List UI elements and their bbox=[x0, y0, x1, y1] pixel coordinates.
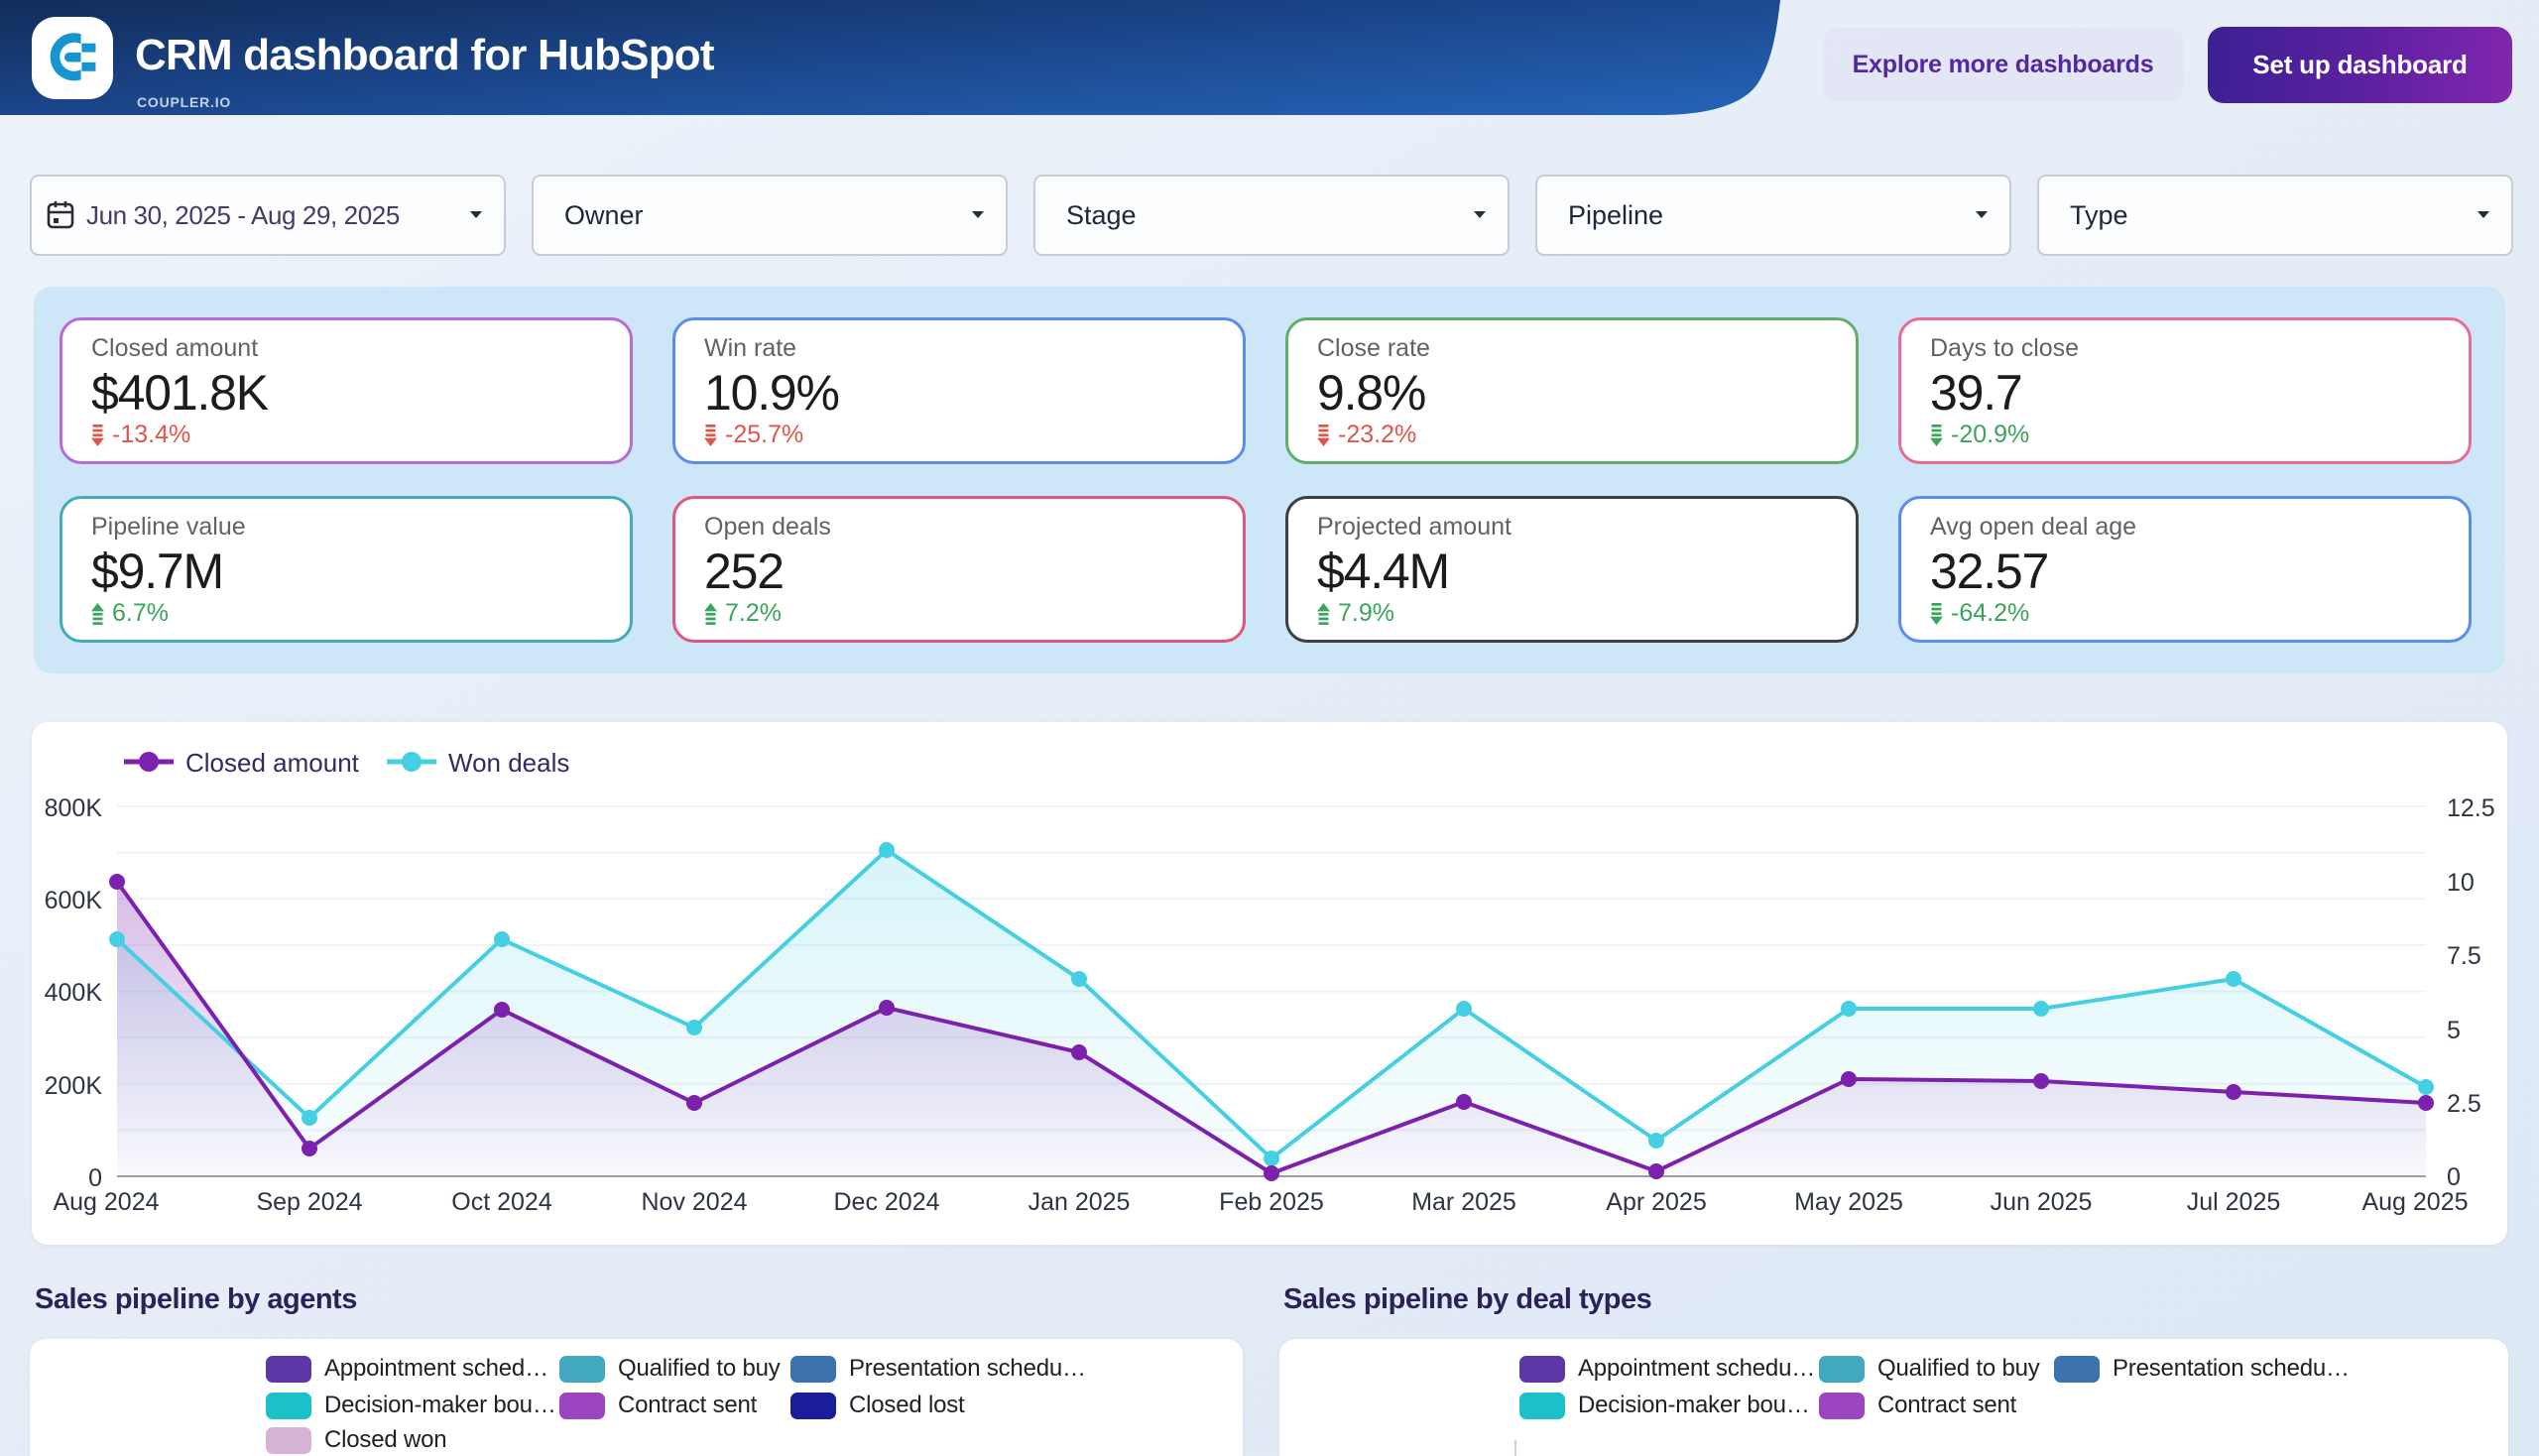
svg-text:5: 5 bbox=[2447, 1017, 2461, 1044]
svg-text:Sep 2024: Sep 2024 bbox=[256, 1188, 362, 1216]
svg-text:Won deals: Won deals bbox=[448, 748, 569, 778]
svg-text:2.5: 2.5 bbox=[2447, 1090, 2481, 1118]
svg-text:10: 10 bbox=[2447, 869, 2475, 897]
svg-text:0: 0 bbox=[2447, 1163, 2461, 1191]
svg-text:Nov 2024: Nov 2024 bbox=[641, 1188, 747, 1216]
svg-text:Dec 2024: Dec 2024 bbox=[833, 1188, 939, 1216]
svg-text:7.5: 7.5 bbox=[2447, 942, 2481, 970]
svg-text:800K: 800K bbox=[45, 794, 103, 822]
svg-text:Aug 2024: Aug 2024 bbox=[53, 1188, 159, 1216]
svg-text:Oct 2024: Oct 2024 bbox=[451, 1188, 552, 1216]
svg-text:Mar 2025: Mar 2025 bbox=[1411, 1188, 1516, 1216]
svg-text:600K: 600K bbox=[45, 887, 103, 914]
svg-text:Feb 2025: Feb 2025 bbox=[1219, 1188, 1324, 1216]
svg-text:Apr 2025: Apr 2025 bbox=[1606, 1188, 1706, 1216]
svg-text:Jan 2025: Jan 2025 bbox=[1028, 1188, 1131, 1216]
svg-text:May 2025: May 2025 bbox=[1794, 1188, 1903, 1216]
svg-text:400K: 400K bbox=[45, 979, 103, 1007]
svg-text:Jun 2025: Jun 2025 bbox=[1991, 1188, 2093, 1216]
svg-text:12.5: 12.5 bbox=[2447, 794, 2495, 822]
svg-text:Aug 2025: Aug 2025 bbox=[2361, 1188, 2468, 1216]
svg-text:Jul 2025: Jul 2025 bbox=[2187, 1188, 2281, 1216]
svg-text:Closed amount: Closed amount bbox=[185, 748, 360, 778]
svg-text:200K: 200K bbox=[45, 1072, 103, 1100]
